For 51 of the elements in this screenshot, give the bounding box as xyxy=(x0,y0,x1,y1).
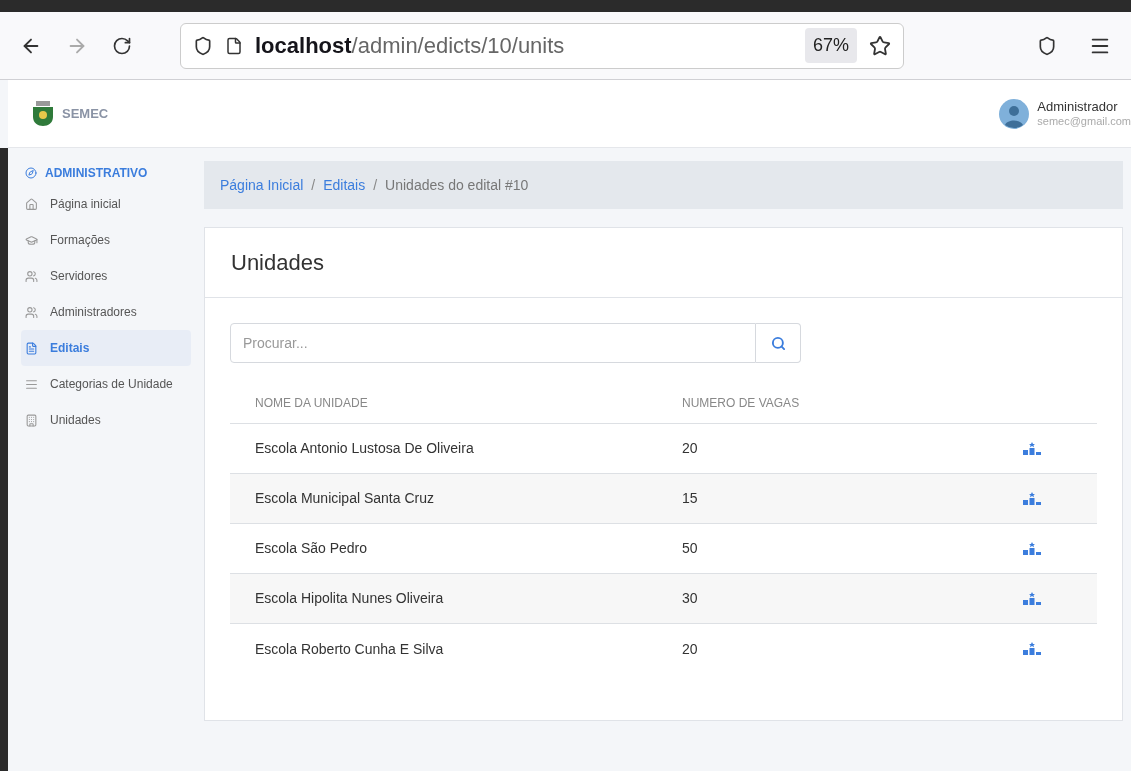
table-cell-text: Escola Roberto Cunha E Silva xyxy=(254,639,445,659)
graduation-cap-icon xyxy=(25,233,38,247)
table-cell-text: 50 xyxy=(682,539,699,558)
shield-icon xyxy=(193,35,213,56)
sidebar-item[interactable]: Servidores xyxy=(21,258,191,294)
search-button[interactable] xyxy=(756,323,801,363)
table-cell-text: 30 xyxy=(682,589,699,608)
url-host: localhost xyxy=(255,32,352,60)
users-icon xyxy=(25,269,38,283)
home-icon xyxy=(25,197,38,211)
url-path: /admin/edicts/10/units xyxy=(351,32,565,60)
podium-icon[interactable] xyxy=(1022,591,1042,606)
users-icon xyxy=(25,305,38,319)
building-icon xyxy=(25,413,38,427)
user-name: Administrador xyxy=(1037,98,1119,115)
breadcrumb-separator: / xyxy=(373,175,378,195)
compass-icon xyxy=(25,167,37,179)
sidebar-item[interactable]: Administradores xyxy=(21,294,191,330)
podium-icon[interactable] xyxy=(1022,642,1042,656)
bookmark-star-icon[interactable] xyxy=(869,34,891,57)
table-cell-text: 20 xyxy=(682,639,699,659)
user-email: semec@gmail.com xyxy=(1037,114,1131,129)
section-title: ADMINISTRATIVO xyxy=(45,165,148,182)
column-header: NOME DA UNIDADE xyxy=(254,395,369,412)
sidebar-item[interactable]: Página inicial xyxy=(21,186,191,222)
page-icon xyxy=(225,36,243,55)
document-icon xyxy=(25,341,38,355)
reload-icon[interactable] xyxy=(112,35,132,56)
column-header: NUMERO DE VAGAS xyxy=(682,395,800,412)
card-title: Unidades xyxy=(231,249,324,277)
podium-icon[interactable] xyxy=(1022,541,1042,556)
coat-of-arms-logo xyxy=(32,100,54,127)
zoom-badge[interactable]: 67% xyxy=(804,28,857,63)
table-cell-text: 15 xyxy=(682,489,699,508)
avatar-icon[interactable] xyxy=(999,98,1030,129)
sidebar-item[interactable]: Unidades xyxy=(21,402,191,438)
table-cell-text: Escola Municipal Santa Cruz xyxy=(254,489,435,508)
table-cell-text: Escola Antonio Lustosa De Oliveira xyxy=(254,439,475,458)
list-icon xyxy=(25,377,38,391)
search-icon xyxy=(770,335,786,351)
sidebar-item[interactable]: Categorias de Unidade xyxy=(21,366,191,402)
podium-icon[interactable] xyxy=(1022,491,1042,506)
table-cell-text: Escola São Pedro xyxy=(254,539,369,558)
table-cell-text: 20 xyxy=(682,439,699,458)
breadcrumb-current: Unidades do edital #10 xyxy=(385,175,529,195)
breadcrumb-separator: / xyxy=(311,175,316,195)
sidebar-item[interactable]: Formações xyxy=(21,222,191,258)
search-field[interactable]: Procurar... xyxy=(230,323,756,363)
table-cell-text: Escola Hipolita Nunes Oliveira xyxy=(254,589,445,608)
podium-icon[interactable] xyxy=(1022,441,1042,456)
address-bar[interactable]: localhost/admin/edicts/10/units 67% xyxy=(180,22,904,69)
